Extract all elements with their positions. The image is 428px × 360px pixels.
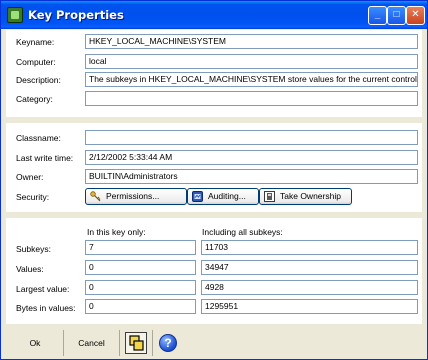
ownership-icon — [264, 191, 275, 202]
category-label: Category: — [16, 94, 53, 104]
computer-field[interactable]: local — [85, 54, 418, 69]
computer-label: Computer: — [16, 57, 56, 67]
owner-label: Owner: — [16, 172, 44, 182]
keyname-label: Keyname: — [16, 37, 55, 47]
last-write-time-field[interactable]: 2/12/2002 5:33:44 AM — [85, 150, 418, 165]
minimize-button[interactable]: _ — [368, 6, 387, 25]
largest-value-this-key-field[interactable]: 0 — [85, 280, 196, 295]
footer-separator — [152, 330, 153, 356]
values-label: Values: — [16, 264, 44, 274]
largest-value-label: Largest value: — [16, 284, 70, 294]
close-button[interactable]: ✕ — [406, 6, 425, 25]
subkeys-label: Subkeys: — [16, 244, 51, 254]
bytes-in-values-label: Bytes in values: — [16, 303, 76, 313]
largest-value-all-field[interactable]: 4928 — [201, 280, 418, 295]
details-panel: Classname: Last write time: 2/12/2002 5:… — [6, 123, 422, 212]
bytes-this-key-field[interactable]: 0 — [85, 299, 196, 314]
all-subkeys-header: Including all subkeys: — [202, 227, 283, 237]
registry-app-icon — [7, 7, 23, 23]
footer-separator — [119, 330, 120, 356]
this-key-header: In this key only: — [87, 227, 146, 237]
copy-windows-icon[interactable] — [125, 332, 147, 354]
keyname-field[interactable]: HKEY_LOCAL_MACHINE\SYSTEM — [85, 34, 418, 49]
help-icon[interactable]: ? — [159, 334, 177, 352]
window-title: Key Properties — [28, 8, 124, 22]
key-properties-window: Key Properties _ □ ✕ Keyname: HKEY_LOCAL… — [0, 0, 428, 360]
ok-button[interactable]: Ok — [7, 334, 63, 352]
subkeys-this-key-field[interactable]: 7 — [85, 240, 196, 255]
permissions-button[interactable]: Permissions... — [85, 188, 187, 205]
classname-label: Classname: — [16, 133, 61, 143]
take-ownership-button-label: Take Ownership — [280, 191, 341, 201]
title-bar[interactable]: Key Properties _ □ ✕ — [1, 1, 427, 29]
auditing-button[interactable]: Auditing... — [187, 188, 259, 205]
description-label: Description: — [16, 75, 61, 85]
subkeys-all-field[interactable]: 11703 — [201, 240, 418, 255]
take-ownership-button[interactable]: Take Ownership — [259, 188, 352, 205]
cancel-button[interactable]: Cancel — [64, 334, 119, 352]
security-label: Security: — [16, 192, 50, 202]
auditing-button-label: Auditing... — [208, 191, 246, 201]
category-field[interactable] — [85, 91, 418, 106]
permissions-button-label: Permissions... — [106, 191, 160, 201]
last-write-time-label: Last write time: — [16, 153, 74, 163]
dialog-footer: Ok Cancel ? — [1, 326, 427, 359]
owner-field[interactable]: BUILTIN\Administrators — [85, 169, 418, 184]
maximize-button[interactable]: □ — [387, 6, 406, 25]
key-icon — [90, 191, 101, 202]
values-this-key-field[interactable]: 0 — [85, 260, 196, 275]
bytes-all-field[interactable]: 1295951 — [201, 299, 418, 314]
audit-icon — [192, 191, 203, 202]
general-panel: Keyname: HKEY_LOCAL_MACHINE\SYSTEM Compu… — [6, 30, 422, 117]
stats-panel: In this key only: Including all subkeys:… — [6, 218, 422, 324]
description-field[interactable]: The subkeys in HKEY_LOCAL_MACHINE\SYSTEM… — [85, 72, 418, 87]
values-all-field[interactable]: 34947 — [201, 260, 418, 275]
classname-field[interactable] — [85, 130, 418, 145]
